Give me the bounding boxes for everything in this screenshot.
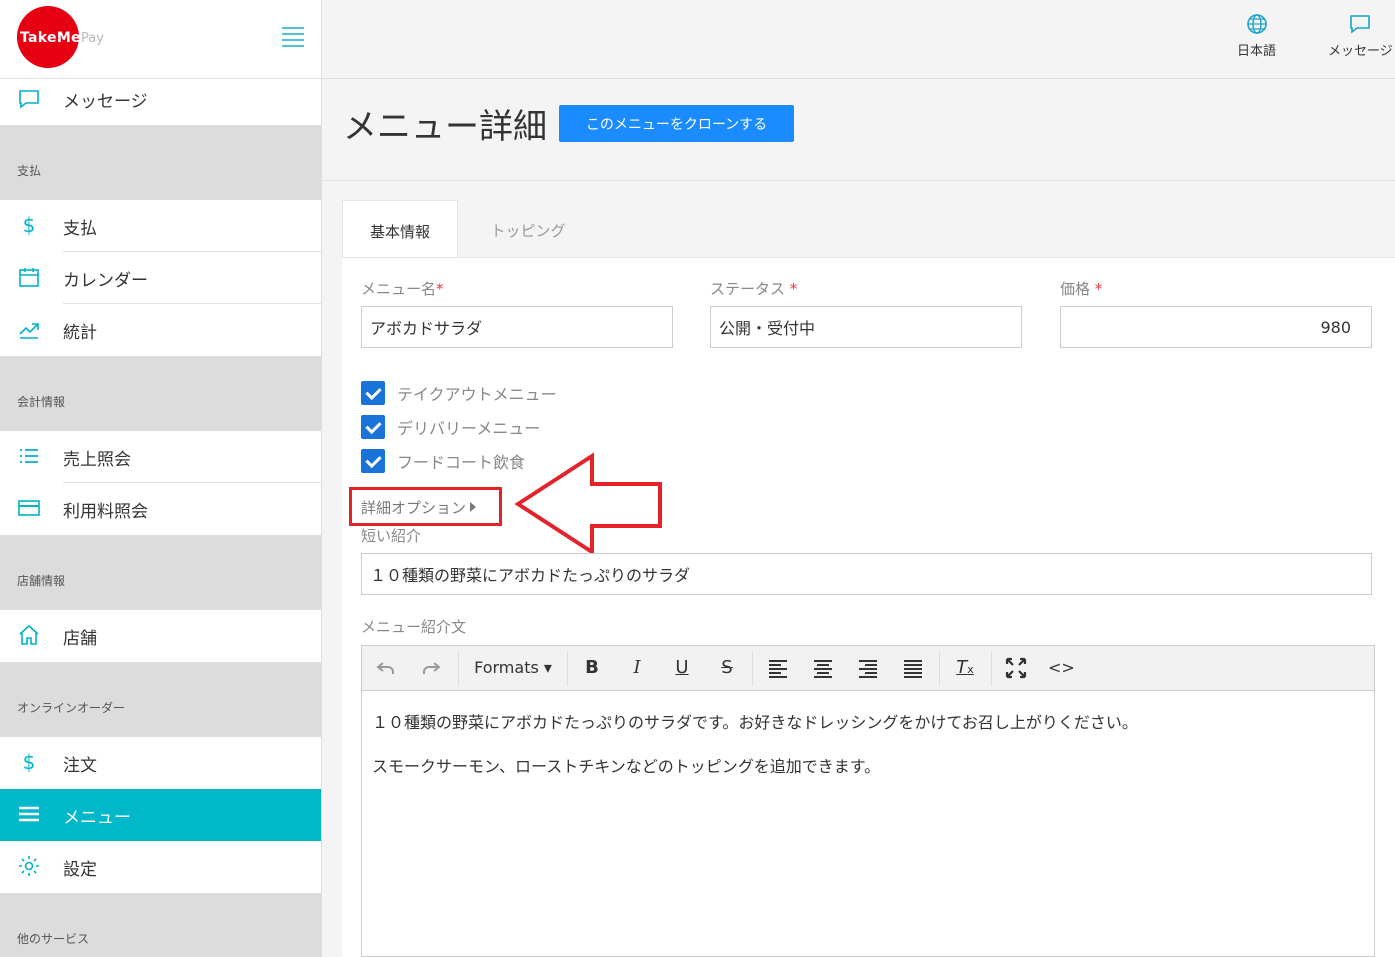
- logo-suffix: Pay: [81, 31, 104, 46]
- sidebar-item-label: 店舗: [63, 629, 97, 649]
- bold-icon[interactable]: B: [580, 655, 604, 681]
- menu-lines-icon: [19, 806, 39, 822]
- credit-card-icon: [18, 500, 40, 516]
- checkbox-label: テイクアウトメニュー: [397, 385, 557, 404]
- sidebar-item-label: 統計: [63, 323, 97, 343]
- sidebar-item-fees[interactable]: 利用料照会: [0, 483, 321, 535]
- logo-bar: TakeMe Pay: [0, 0, 321, 79]
- section-header: 店舗情報: [0, 535, 321, 610]
- chat-bubble-icon: [19, 90, 39, 109]
- language-label: 日本語: [1237, 44, 1277, 59]
- menu-name-input[interactable]: [361, 306, 673, 348]
- annotation-arrow-icon: [514, 452, 662, 556]
- status-select[interactable]: [710, 306, 1022, 348]
- italic-icon[interactable]: I: [625, 655, 649, 681]
- formats-dropdown[interactable]: Formats ▾: [472, 655, 554, 681]
- clone-menu-button[interactable]: このメニューをクローンする: [559, 105, 794, 142]
- align-center-icon[interactable]: [811, 655, 835, 681]
- highlight-box: [349, 487, 502, 526]
- checkbox-label: デリバリーメニュー: [397, 419, 541, 438]
- dollar-icon: $: [22, 213, 36, 237]
- delivery-checkbox-row[interactable]: デリバリーメニュー: [361, 415, 540, 439]
- calendar-icon: [19, 268, 39, 287]
- undo-icon[interactable]: [374, 655, 398, 681]
- editor-content[interactable]: １０種類の野菜にアボカドたっぷりのサラダです。お好きなドレッシングをかけてお召し…: [362, 691, 1374, 777]
- source-code-icon[interactable]: <>: [1048, 655, 1075, 681]
- sidebar-item-label: カレンダー: [63, 271, 148, 291]
- sidebar-item-calendar[interactable]: カレンダー: [0, 252, 321, 304]
- section-header: 会計情報: [0, 356, 321, 431]
- list-icon: [20, 449, 38, 463]
- align-right-icon[interactable]: [856, 655, 880, 681]
- foodcourt-checkbox-row[interactable]: フードコート飲食: [361, 449, 525, 473]
- editor-toolbar: Formats ▾ B I U S Tx <>: [362, 646, 1374, 691]
- align-justify-icon[interactable]: [901, 655, 925, 681]
- sidebar: TakeMe Pay メッセージ 支払 $ 支払 カレンダー 統計 会計情報 売…: [0, 0, 322, 957]
- section-header: オンラインオーダー: [0, 662, 321, 737]
- sidebar-item-label: メッセージ: [63, 92, 148, 112]
- top-bar: 日本語 メッセージ: [322, 0, 1395, 79]
- fullscreen-icon[interactable]: [1004, 655, 1028, 681]
- language-button[interactable]: 日本語: [1237, 12, 1276, 59]
- sidebar-item-label: 売上照会: [63, 450, 131, 470]
- tab-topping[interactable]: トッピング: [468, 200, 588, 258]
- dollar-icon: $: [22, 750, 36, 774]
- divider: [322, 180, 1395, 181]
- page-title: メニュー詳細: [343, 107, 547, 147]
- description-label: メニュー紹介文: [361, 618, 467, 636]
- price-input[interactable]: [1060, 306, 1372, 348]
- messages-label: メッセージ: [1328, 44, 1393, 59]
- sidebar-item-label: 支払: [63, 219, 97, 239]
- short-intro-input[interactable]: [361, 553, 1372, 595]
- price-label: 価格 *: [1060, 280, 1103, 298]
- status-label: ステータス *: [710, 280, 798, 298]
- gear-icon: [19, 856, 39, 876]
- messages-button[interactable]: メッセージ: [1328, 12, 1393, 59]
- editor-paragraph: １０種類の野菜にアボカドたっぷりのサラダです。お好きなドレッシングをかけてお召し…: [372, 713, 1138, 732]
- clear-formatting-icon[interactable]: Tx: [952, 655, 978, 681]
- home-icon: [19, 624, 39, 645]
- sidebar-item-settings[interactable]: 設定: [0, 841, 321, 893]
- sidebar-item-stats[interactable]: 統計: [0, 304, 321, 356]
- short-intro-label: 短い紹介: [361, 527, 422, 545]
- sidebar-item-menu[interactable]: メニュー: [0, 789, 321, 841]
- takeout-checkbox[interactable]: [361, 381, 385, 405]
- align-left-icon[interactable]: [766, 655, 790, 681]
- sidebar-item-payment[interactable]: $ 支払: [0, 200, 321, 252]
- tab-basic-info[interactable]: 基本情報: [342, 200, 458, 258]
- chat-bubble-icon: [1350, 15, 1371, 34]
- menu-name-label: メニュー名*: [361, 280, 444, 298]
- sidebar-item-label: メニュー: [63, 808, 131, 828]
- underline-icon[interactable]: U: [670, 655, 694, 681]
- trend-chart-icon: [19, 323, 39, 339]
- hamburger-menu-icon[interactable]: [282, 27, 304, 47]
- sidebar-item-label: 利用料照会: [63, 502, 148, 522]
- section-header: 支払: [0, 125, 321, 200]
- takeout-checkbox-row[interactable]: テイクアウトメニュー: [361, 381, 557, 405]
- logo-text: TakeMe: [20, 30, 81, 46]
- editor-paragraph: スモークサーモン、ローストチキンなどのトッピングを追加できます。: [372, 757, 881, 776]
- checkbox-label: フードコート飲食: [397, 453, 526, 472]
- redo-icon[interactable]: [419, 655, 443, 681]
- foodcourt-checkbox[interactable]: [361, 449, 385, 473]
- section-header: 他のサービス: [0, 893, 321, 957]
- rich-text-editor: Formats ▾ B I U S Tx <> １０種類の野菜にアボカドたっぷり…: [361, 645, 1375, 957]
- sidebar-item-label: 設定: [63, 860, 97, 880]
- sidebar-item-messages[interactable]: メッセージ: [0, 79, 321, 125]
- sidebar-item-orders[interactable]: $ 注文: [0, 737, 321, 789]
- delivery-checkbox[interactable]: [361, 415, 385, 439]
- strikethrough-icon[interactable]: S: [715, 655, 739, 681]
- sidebar-item-sales[interactable]: 売上照会: [0, 431, 321, 483]
- sidebar-item-label: 注文: [63, 756, 97, 776]
- globe-icon: [1246, 14, 1267, 34]
- sidebar-item-store[interactable]: 店舗: [0, 610, 321, 662]
